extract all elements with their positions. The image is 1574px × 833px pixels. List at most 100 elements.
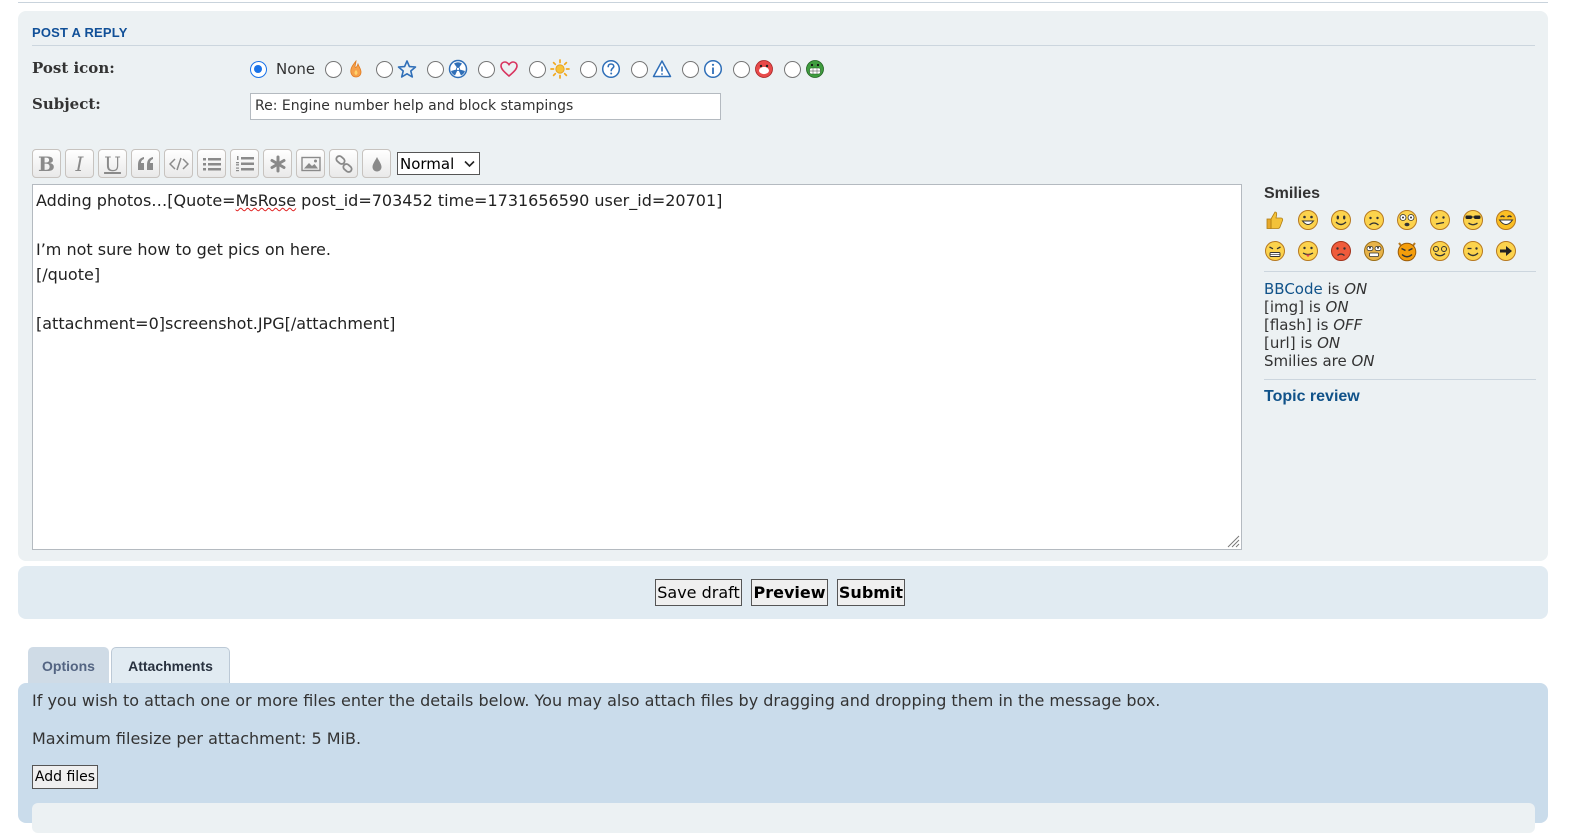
bbcode-state: ON (1344, 280, 1368, 298)
tab-options[interactable]: Options (28, 647, 109, 684)
mrgreen-glasses-icon[interactable] (1429, 240, 1451, 262)
panel-title: POST A REPLY (32, 25, 1535, 46)
mrgreen-icon (806, 60, 825, 78)
sad-icon[interactable] (1363, 209, 1385, 231)
post-icon-option-mrgreen-red[interactable] (733, 59, 774, 79)
post-icon-option-sun[interactable] (529, 59, 570, 79)
post-icon-label: Post icon: (32, 59, 115, 77)
confused-icon[interactable] (1429, 209, 1451, 231)
laughing-icon[interactable] (1495, 209, 1517, 231)
post-icon-option-flame[interactable] (325, 59, 366, 79)
post-icon-option-star[interactable] (376, 59, 417, 79)
image-icon (300, 156, 321, 171)
font-size-value: Normal (400, 154, 455, 173)
submit-panel: Save draft Preview Submit (18, 566, 1548, 619)
list-item-button[interactable] (263, 149, 292, 178)
eek-icon[interactable] (1396, 209, 1418, 231)
misspelled-word: MsRose (235, 191, 297, 210)
mad-icon[interactable] (1264, 240, 1286, 262)
quote-button[interactable] (131, 149, 160, 178)
color-button[interactable] (362, 149, 391, 178)
post-icon-option-heart[interactable] (478, 59, 519, 79)
flash-state: OFF (1333, 316, 1363, 334)
attachments-info: If you wish to attach one or more files … (32, 691, 1161, 710)
tab-attachments[interactable]: Attachments (111, 647, 230, 684)
smilies-grid (1264, 209, 1536, 262)
post-icon-radio-warning[interactable] (631, 60, 649, 78)
resize-grip-icon[interactable] (1226, 534, 1240, 548)
url-state: ON (1317, 334, 1341, 352)
post-icon-option-info[interactable] (682, 59, 723, 79)
wink-icon[interactable] (1462, 240, 1484, 262)
drop-icon (372, 156, 381, 171)
thumbs-up-icon[interactable] (1264, 209, 1286, 231)
smilies-title: Smilies (1264, 185, 1321, 202)
sidebar-divider-2 (1264, 379, 1536, 380)
flame-icon (350, 59, 362, 78)
url-button[interactable] (329, 149, 358, 178)
save-draft-button[interactable]: Save draft (655, 579, 742, 606)
link-icon (334, 154, 353, 173)
list-numbered-button[interactable] (230, 149, 259, 178)
preview-button[interactable]: Preview (751, 579, 828, 606)
code-button[interactable] (164, 149, 193, 178)
razz-icon[interactable] (1297, 240, 1319, 262)
list-numbered-icon (235, 156, 254, 172)
underline-button[interactable]: U (98, 149, 127, 178)
question-icon (602, 59, 621, 79)
sun-icon (550, 59, 570, 79)
post-icon-radio-question[interactable] (580, 60, 598, 78)
submit-button[interactable]: Submit (837, 579, 905, 606)
post-icon-radio-radioactive[interactable] (427, 60, 445, 78)
list-bullet-button[interactable] (197, 149, 226, 178)
max-filesize-info: Maximum filesize per attachment: 5 MiB. (32, 729, 362, 748)
rolleyes-icon[interactable] (1363, 240, 1385, 262)
red-face-icon[interactable] (1330, 240, 1352, 262)
quote-icon (137, 156, 153, 170)
subject-label: Subject: (32, 95, 101, 113)
post-icon-radio-none[interactable] (250, 60, 267, 78)
info-icon (704, 59, 723, 79)
post-icon-radio-flame[interactable] (325, 60, 343, 78)
message-textarea[interactable]: Adding photos…[Quote=MsRose post_id=7034… (32, 184, 1242, 550)
bold-icon: B (38, 151, 55, 176)
underline-icon: U (104, 151, 121, 176)
message-line1-suffix: post_id=703452 time=1731656590 user_id=2… (296, 191, 723, 210)
bbcode-link[interactable]: BBCode (1264, 280, 1323, 298)
evil-icon[interactable] (1396, 240, 1418, 262)
post-icon-options: None (250, 57, 835, 81)
add-files-button[interactable]: Add files (32, 765, 98, 789)
post-icon-option-mrgreen[interactable] (784, 59, 825, 79)
img-label: [img] is (1264, 298, 1326, 316)
smilies-sidebar: Smilies BBCode is ON [img] is ON [flash]… (1264, 185, 1536, 406)
post-icon-radio-star[interactable] (376, 60, 394, 78)
font-size-select[interactable]: Normal (397, 152, 480, 175)
bold-button[interactable]: B (32, 149, 61, 178)
post-icon-radio-heart[interactable] (478, 60, 496, 78)
post-icon-option-warning[interactable] (631, 59, 672, 79)
code-icon (168, 157, 189, 170)
warning-icon (652, 60, 672, 78)
message-line4: [/quote] (36, 264, 101, 284)
cool-icon[interactable] (1462, 209, 1484, 231)
post-icon-radio-mrgreen[interactable] (784, 60, 802, 78)
topic-review-link[interactable]: Topic review (1264, 388, 1536, 406)
list-bullet-icon (202, 157, 221, 170)
post-reply-panel: POST A REPLY Post icon: None Subject: Re… (18, 11, 1548, 561)
image-button[interactable] (296, 149, 325, 178)
flash-status: [flash] is OFF (1264, 316, 1536, 334)
post-icon-option-radioactive[interactable] (427, 59, 468, 79)
subject-input[interactable]: Re: Engine number help and block stampin… (250, 93, 721, 120)
message-text: Adding photos…[Quote=MsRose post_id=7034… (36, 189, 722, 336)
post-icon-option-question[interactable] (580, 59, 621, 79)
post-icon-radio-sun[interactable] (529, 60, 547, 78)
italic-button[interactable]: I (65, 149, 94, 178)
radioactive-icon (448, 59, 468, 79)
grin-icon[interactable] (1297, 209, 1319, 231)
smile-icon[interactable] (1330, 209, 1352, 231)
arrow-icon[interactable] (1495, 240, 1517, 262)
url-label: [url] is (1264, 334, 1318, 352)
post-icon-radio-mrgreen-red[interactable] (733, 60, 751, 78)
post-icon-radio-info[interactable] (682, 60, 700, 78)
bbcode-is: is (1322, 280, 1345, 298)
